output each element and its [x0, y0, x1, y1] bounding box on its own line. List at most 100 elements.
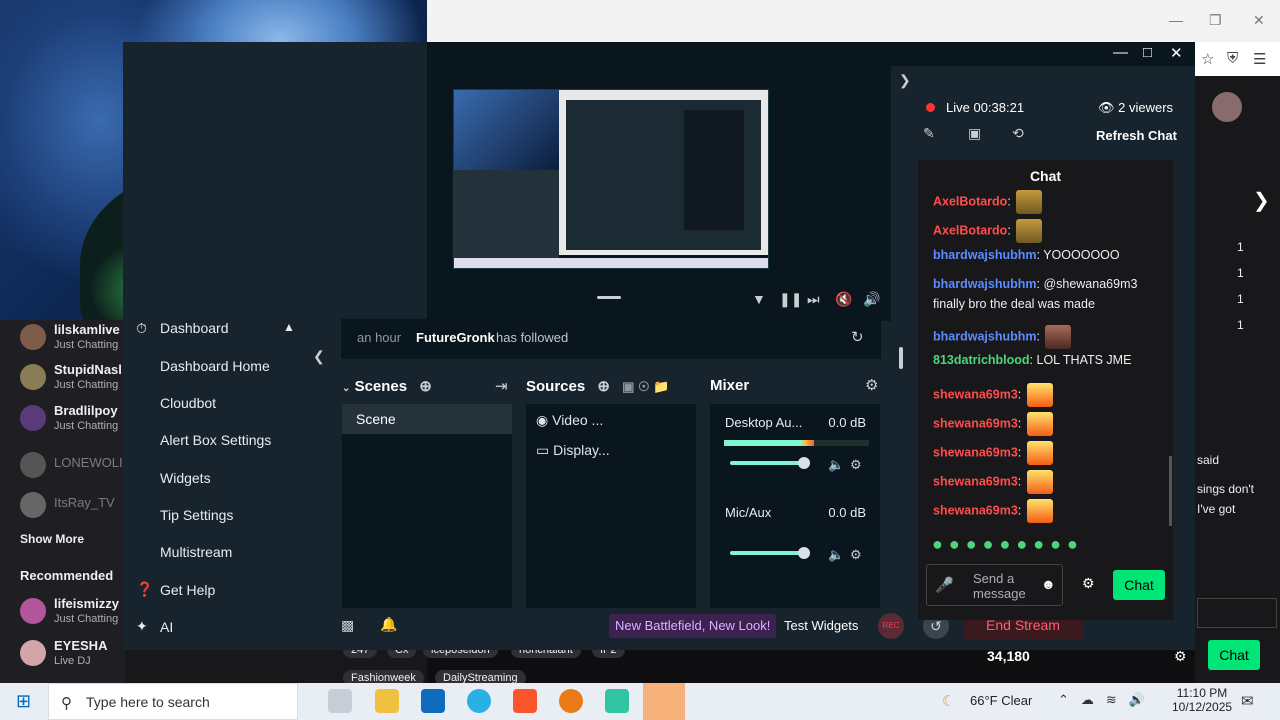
resize-handle[interactable] — [597, 296, 621, 299]
maximize-icon[interactable]: □ — [1143, 44, 1152, 61]
restore-icon[interactable]: ❐ — [1209, 12, 1222, 29]
volume-slider[interactable] — [730, 551, 805, 555]
chat-username[interactable]: bhardwajshubhm — [933, 248, 1036, 262]
gear-icon[interactable]: ⚙ — [1174, 648, 1187, 665]
menu-icon[interactable]: ☰ — [1253, 50, 1266, 68]
get-help-button[interactable]: Get Help — [160, 582, 215, 598]
channel-item[interactable]: ItsRay_TV — [20, 490, 125, 530]
gear-icon[interactable]: ⚙ — [850, 457, 862, 473]
chat-username[interactable]: shewana69m3 — [933, 474, 1018, 488]
task-view-icon[interactable] — [328, 689, 352, 713]
pause-icon[interactable]: ❚❚ — [779, 291, 802, 308]
app-icon[interactable] — [605, 689, 629, 713]
chat-username[interactable]: shewana69m3 — [933, 387, 1018, 401]
bell-icon[interactable]: 🔔 — [380, 616, 397, 633]
close-icon[interactable]: ✕ — [1170, 44, 1183, 62]
activity-user[interactable]: FutureGronk — [416, 330, 495, 345]
menu-item-multistream[interactable]: Multistream — [160, 544, 232, 560]
source-item-display[interactable]: ▭ Display... — [536, 442, 610, 459]
chat-scrollbar[interactable] — [1169, 456, 1172, 526]
active-app-icon[interactable] — [643, 683, 685, 720]
clock[interactable]: 11:10 PM 10/12/2025 — [1172, 686, 1232, 714]
system-tray-icons[interactable]: ⌃☁≋🔊 — [1058, 692, 1157, 708]
volume-icon[interactable]: 🔊 — [863, 291, 880, 308]
scene-item[interactable]: Scene — [342, 404, 512, 434]
promo-banner[interactable]: New Battlefield, New Look! — [609, 614, 777, 638]
source-options-icon[interactable]: ▣ ☉ 📁 — [622, 379, 669, 394]
minimize-icon[interactable]: — — [1113, 44, 1128, 61]
show-more-link[interactable]: Show More — [20, 532, 84, 546]
channel-item[interactable]: LONEWOLI — [20, 450, 125, 490]
gear-icon[interactable]: ⚙ — [1082, 575, 1095, 592]
source-item-video[interactable]: ◉ Video ... — [536, 412, 603, 429]
refresh-icon[interactable]: ↻ — [851, 328, 864, 346]
stream-preview[interactable] — [453, 89, 769, 269]
stats-icon[interactable]: ▩ — [341, 617, 354, 634]
share-icon[interactable]: ⟲ — [1012, 125, 1024, 142]
filter-icon[interactable]: ▼ — [752, 291, 766, 307]
chat-username[interactable]: bhardwajshubhm — [933, 277, 1036, 291]
menu-item-widgets[interactable]: Widgets — [160, 470, 211, 486]
chat-send-button[interactable]: Chat — [1113, 570, 1165, 600]
add-icon[interactable]: ⊕ — [597, 378, 610, 395]
file-explorer-icon[interactable] — [375, 689, 399, 713]
twitch-chat-input[interactable] — [1197, 598, 1277, 628]
twitch-chat-button[interactable]: Chat — [1208, 640, 1260, 670]
chat-username[interactable]: 813datrichblood — [933, 353, 1030, 367]
chevron-right-icon[interactable]: ❯ — [899, 72, 911, 89]
menu-item-cloudbot[interactable]: Cloudbot — [160, 395, 216, 411]
edge-icon[interactable] — [467, 689, 491, 713]
microphone-icon[interactable]: 🎤 — [935, 576, 954, 594]
channel-points[interactable]: 34,180 — [987, 648, 1030, 664]
chat-input[interactable]: 🎤 Send a message ☻ — [926, 564, 1063, 606]
transition-icon[interactable]: ⇥ — [495, 377, 508, 395]
mute-icon[interactable]: 🔇 — [835, 291, 852, 308]
gear-icon[interactable]: ⚙ — [865, 376, 878, 394]
channel-item[interactable]: StupidNasl Just Chatting — [20, 362, 125, 402]
chevron-up-icon[interactable]: ▲ — [283, 320, 295, 334]
chat-username[interactable]: AxelBotardo — [933, 194, 1007, 208]
gear-icon[interactable]: ⚙ — [850, 547, 862, 563]
brave-icon[interactable] — [513, 689, 537, 713]
chat-username[interactable]: shewana69m3 — [933, 445, 1018, 459]
volume-slider-handle[interactable] — [798, 547, 810, 559]
emoji-icon[interactable]: ☻ — [1041, 576, 1056, 592]
avatar[interactable] — [1212, 92, 1242, 122]
record-button[interactable]: REC — [878, 613, 904, 639]
weather[interactable]: 66°F Clear — [970, 693, 1032, 708]
chat-username[interactable]: AxelBotardo — [933, 223, 1007, 237]
chevron-left-icon[interactable]: ❮ — [313, 348, 325, 365]
dashboard-header[interactable]: Dashboard — [160, 320, 229, 336]
menu-item-dashboard-home[interactable]: Dashboard Home — [160, 358, 270, 374]
chevron-right-icon[interactable]: ❯ — [1253, 188, 1270, 213]
notification-icon[interactable]: ✉ — [1241, 692, 1254, 710]
chat-username[interactable]: shewana69m3 — [933, 416, 1018, 430]
pencil-icon[interactable]: ✎ — [923, 125, 935, 142]
chat-username[interactable]: shewana69m3 — [933, 503, 1018, 517]
splitter-handle[interactable] — [899, 347, 903, 369]
streamlabs-app-icon[interactable] — [559, 689, 583, 713]
channel-item[interactable]: lilskamlive Just Chatting — [20, 322, 125, 362]
menu-item-alert-box-settings[interactable]: Alert Box Settings — [160, 432, 271, 448]
channel-item[interactable]: Bradlilpoy Just Chatting — [20, 403, 125, 443]
refresh-chat-button[interactable]: Refresh Chat — [1096, 128, 1177, 143]
chat-username[interactable]: bhardwajshubhm — [933, 329, 1036, 343]
channel-item[interactable]: EYESHA Live DJ — [20, 638, 125, 678]
minimize-icon[interactable]: — — [1169, 12, 1183, 28]
star-icon[interactable]: ☆ — [1201, 50, 1214, 68]
menu-item-tip-settings[interactable]: Tip Settings — [160, 507, 233, 523]
speaker-icon[interactable]: 🔈 — [828, 547, 844, 563]
outlook-icon[interactable] — [421, 689, 445, 713]
channel-item[interactable]: lifeismizzy Just Chatting — [20, 596, 125, 636]
taskbar-search[interactable]: ⚲ Type here to search — [48, 683, 298, 720]
camera-icon[interactable]: ▣ — [968, 125, 981, 142]
skip-icon[interactable]: ⏭ — [807, 291, 820, 308]
volume-slider[interactable] — [730, 461, 805, 465]
speaker-icon[interactable]: 🔈 — [828, 457, 844, 473]
shield-icon[interactable]: ⛨ — [1227, 50, 1238, 67]
add-icon[interactable]: ⊕ — [419, 378, 432, 395]
windows-start-icon[interactable]: ⊞ — [16, 691, 31, 712]
close-icon[interactable]: ✕ — [1253, 12, 1265, 29]
ai-button[interactable]: AI — [160, 619, 173, 635]
test-widgets-button[interactable]: Test Widgets — [784, 618, 858, 633]
